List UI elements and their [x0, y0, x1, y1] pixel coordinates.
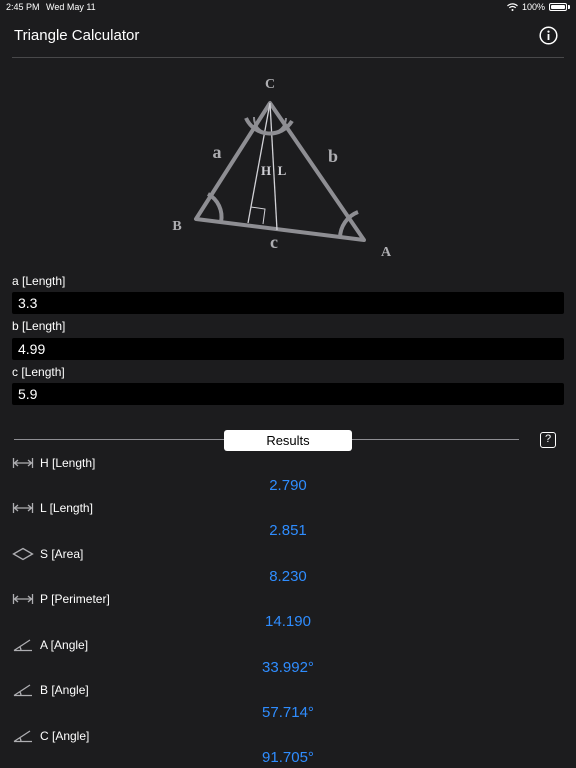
side-c-label-text: c [Length] [12, 365, 65, 379]
results-divider-left [14, 439, 224, 440]
result-value-p: 14.190 [265, 613, 311, 630]
result-label-p: P [Perimeter] [40, 592, 110, 606]
result-label-angle-b: B [Angle] [40, 683, 89, 697]
result-value-h: 2.790 [269, 477, 307, 494]
status-right: 100% [507, 2, 570, 12]
side-c-input[interactable] [12, 383, 564, 405]
vertex-c-label: C [265, 77, 275, 92]
side-c-label: c [270, 232, 278, 252]
side-b-input[interactable] [12, 338, 564, 360]
length-icon [12, 594, 34, 604]
vertex-b-label: B [172, 219, 181, 234]
wifi-icon [507, 3, 518, 11]
results-divider-right [352, 439, 519, 440]
status-date: Wed May 11 [46, 2, 96, 12]
vertex-a-label: A [381, 245, 392, 260]
status-bar: 2:45 PM Wed May 11 100% [0, 0, 576, 14]
length-icon [12, 503, 34, 513]
angle-icon [13, 730, 32, 743]
battery-icon [549, 3, 567, 11]
angle-icon [13, 639, 32, 652]
result-label-angle-c: C [Angle] [40, 729, 90, 743]
area-icon [12, 547, 34, 561]
status-time: 2:45 PM [6, 2, 40, 12]
side-b-label: b [328, 146, 338, 166]
angle-icon [13, 684, 32, 697]
length-icon [12, 458, 34, 468]
result-value-angle-a: 33.992° [262, 659, 314, 676]
result-label-s: S [Area] [40, 547, 84, 561]
median-label: L [278, 163, 287, 178]
battery-percent: 100% [521, 2, 545, 12]
result-label-l: L [Length] [40, 501, 93, 515]
height-label: H [261, 163, 271, 178]
result-value-l: 2.851 [269, 522, 307, 539]
result-value-s: 8.230 [269, 568, 307, 585]
result-value-angle-b: 57.714° [262, 704, 314, 721]
side-a-label-text: a [Length] [12, 274, 66, 288]
info-icon[interactable] [539, 26, 558, 45]
page-title: Triangle Calculator [14, 27, 140, 44]
side-a-label: a [213, 142, 222, 162]
help-button[interactable]: ? [540, 432, 556, 448]
results-tab[interactable]: Results [224, 430, 352, 451]
side-b-label-text: b [Length] [12, 319, 66, 333]
header-divider [12, 57, 564, 58]
side-a-input[interactable] [12, 292, 564, 314]
result-label-h: H [Length] [40, 456, 96, 470]
result-label-angle-a: A [Angle] [40, 638, 89, 652]
result-value-angle-c: 91.705° [262, 749, 314, 766]
triangle-diagram: C B A a b c H L [172, 77, 392, 260]
battery-tip [568, 5, 570, 9]
